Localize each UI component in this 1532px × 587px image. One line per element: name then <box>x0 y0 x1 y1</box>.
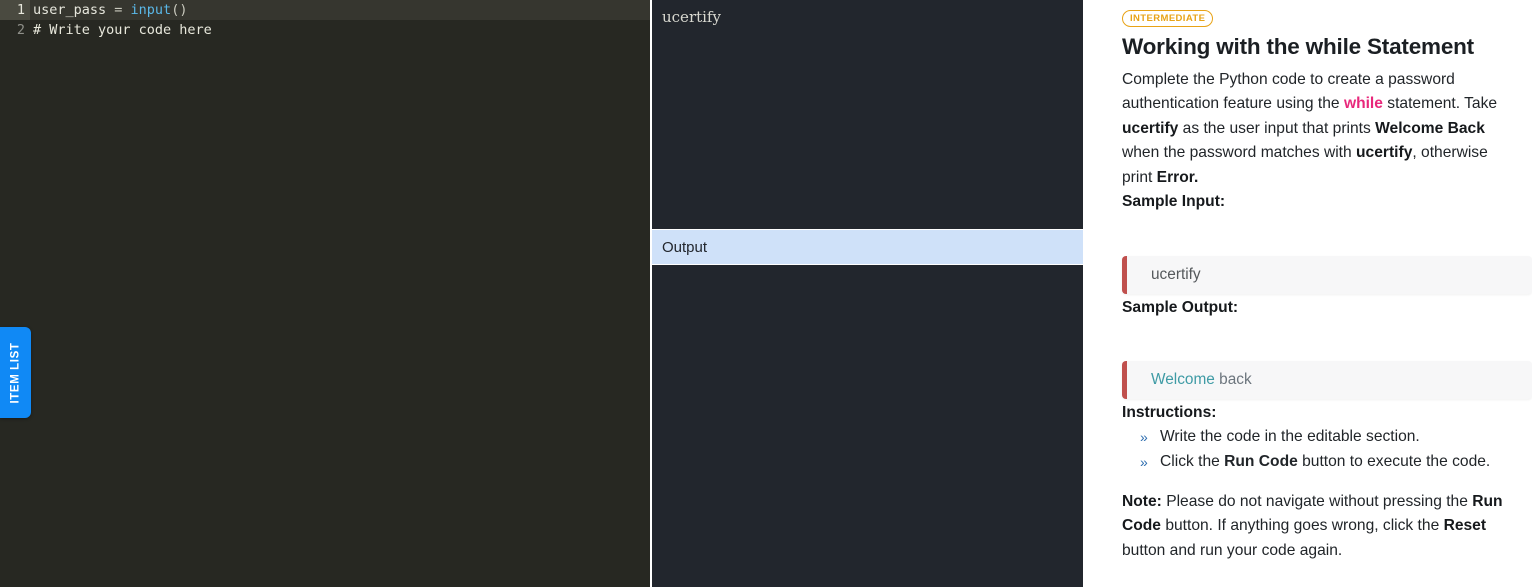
code-line[interactable]: 1 user_pass = input() <box>0 0 650 20</box>
stdin-panel[interactable]: ucertify <box>652 0 1083 229</box>
plain-text: button. If anything goes wrong, click th… <box>1160 517 1444 535</box>
instruction-step: » Write the code in the editable section. <box>1140 425 1532 449</box>
output-header: Output <box>652 229 1083 265</box>
emphasis-text: ucertify <box>1122 119 1179 137</box>
instruction-steps: » Write the code in the editable section.… <box>1122 425 1532 474</box>
instruction-step-text: Click the Run Code button to execute the… <box>1160 453 1490 470</box>
plain-text: button and run your code again. <box>1122 541 1343 559</box>
code-editor-lines[interactable]: 1 user_pass = input() 2 # Write your code h… <box>0 0 650 40</box>
plain-text: statement. Take <box>1382 95 1498 113</box>
code-token-comment: # Write your code here <box>33 22 212 38</box>
double-chevron-icon: » <box>1140 453 1148 470</box>
instructions-pane: INTERMEDIATE Working with the while Stat… <box>1085 0 1532 587</box>
line-number: 2 <box>16 22 25 38</box>
emphasis-text: Note: <box>1122 493 1162 511</box>
sample-output-text: back <box>1214 370 1252 388</box>
plain-text: as the user input that prints <box>1178 119 1376 137</box>
sample-output-code-block: Welcome back <box>1122 360 1532 399</box>
code-token-punct: () <box>171 2 188 18</box>
sample-input-code-text: ucertify <box>1151 266 1201 284</box>
page-title: Working with the while Statement <box>1122 34 1474 59</box>
keyword-while: while <box>1343 95 1383 113</box>
code-token-name: user_pass <box>33 2 115 18</box>
emphasis-text: Welcome Back <box>1375 119 1485 137</box>
code-line-text: # Write your code here <box>30 20 212 40</box>
code-line-text: user_pass = input() <box>30 0 187 20</box>
emphasis-text: Error. <box>1156 168 1199 186</box>
emphasis-text: ucertify <box>1356 144 1413 162</box>
plain-text: Click the <box>1160 452 1225 470</box>
instruction-step-text: Write the code in the editable section. <box>1160 428 1420 445</box>
difficulty-badge: INTERMEDIATE <box>1122 10 1214 27</box>
double-chevron-icon: » <box>1140 429 1148 446</box>
sample-input-code-block: ucertify <box>1122 256 1532 295</box>
sample-output-label: Sample Output: <box>1122 299 1239 317</box>
emphasis-text: Reset <box>1443 517 1487 535</box>
code-token-fn: input <box>130 2 172 18</box>
code-lab-window: 1 user_pass = input() 2 # Write your code h… <box>0 0 1532 587</box>
item-list-tab[interactable]: ITEM LIST <box>0 327 31 418</box>
sample-output-keyword: Welcome <box>1151 370 1215 388</box>
stdin-value: ucertify <box>662 8 721 26</box>
instruction-step: » Click the Run Code button to execute th… <box>1140 450 1532 474</box>
io-pane: ucertify Output <box>650 0 1085 587</box>
stdout-panel <box>652 265 1083 587</box>
plain-text: button to execute the code. <box>1297 452 1491 470</box>
instructions-label: Instructions: <box>1122 403 1217 421</box>
output-header-label: Output <box>662 238 708 256</box>
plain-text: when the password matches with <box>1122 144 1357 162</box>
plain-text: Write the code in the editable section. <box>1160 428 1420 446</box>
code-token-punct: = <box>114 2 131 18</box>
sample-input-label: Sample Input: <box>1122 193 1226 211</box>
task-description: Complete the Python code to create a pas… <box>1122 68 1514 190</box>
item-list-tab-label: ITEM LIST <box>9 342 22 403</box>
line-number: 1 <box>0 0 30 20</box>
note-text: Note: Please do not navigate without pre… <box>1122 490 1514 563</box>
code-line[interactable]: 2 # Write your code here <box>0 20 650 40</box>
code-editor-pane[interactable]: 1 user_pass = input() 2 # Write your code h… <box>0 0 650 587</box>
plain-text: Please do not navigate without pressing … <box>1161 493 1473 511</box>
emphasis-text: Run Code <box>1224 452 1298 470</box>
